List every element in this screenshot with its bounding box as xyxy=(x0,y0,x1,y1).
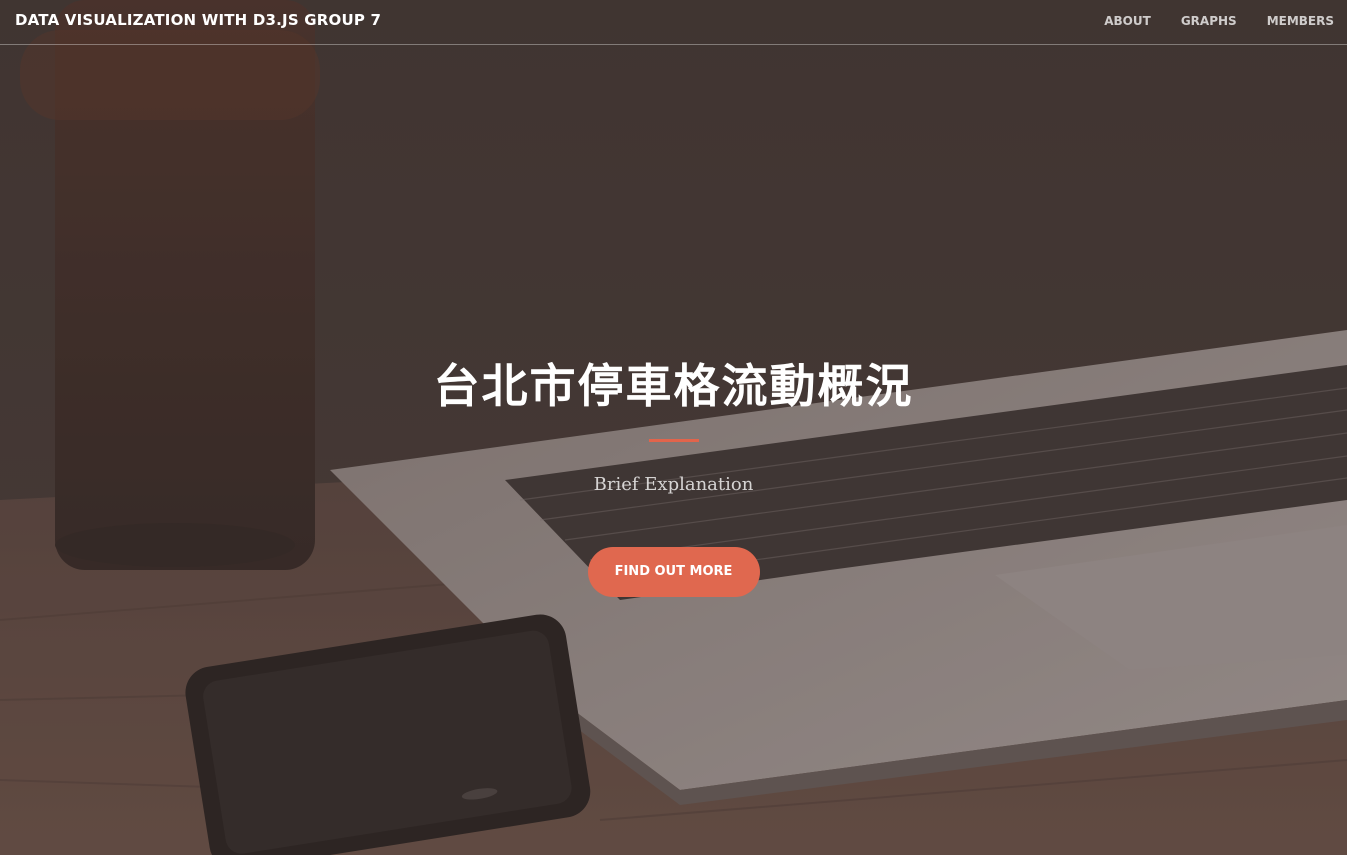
hero-title: 台北市停車格流動概況 xyxy=(433,359,914,413)
find-out-more-button[interactable]: FIND OUT MORE xyxy=(587,547,760,597)
nav-link-members[interactable]: MEMBERS xyxy=(1267,14,1334,28)
nav-link-graphs[interactable]: GRAPHS xyxy=(1181,14,1237,28)
hero-content: 台北市停車格流動概況 Brief Explanation FIND OUT MO… xyxy=(0,355,1347,597)
hero-subtitle: Brief Explanation xyxy=(593,474,754,495)
nav-links: ABOUT GRAPHS MEMBERS xyxy=(1104,14,1334,28)
top-navbar: DATA VISUALIZATION WITH D3.JS GROUP 7 AB… xyxy=(0,0,1347,45)
hero-divider xyxy=(648,439,699,442)
hero-section: DATA VISUALIZATION WITH D3.JS GROUP 7 AB… xyxy=(0,0,1347,855)
nav-link-about[interactable]: ABOUT xyxy=(1104,14,1151,28)
brand-link[interactable]: DATA VISUALIZATION WITH D3.JS GROUP 7 xyxy=(15,11,381,29)
